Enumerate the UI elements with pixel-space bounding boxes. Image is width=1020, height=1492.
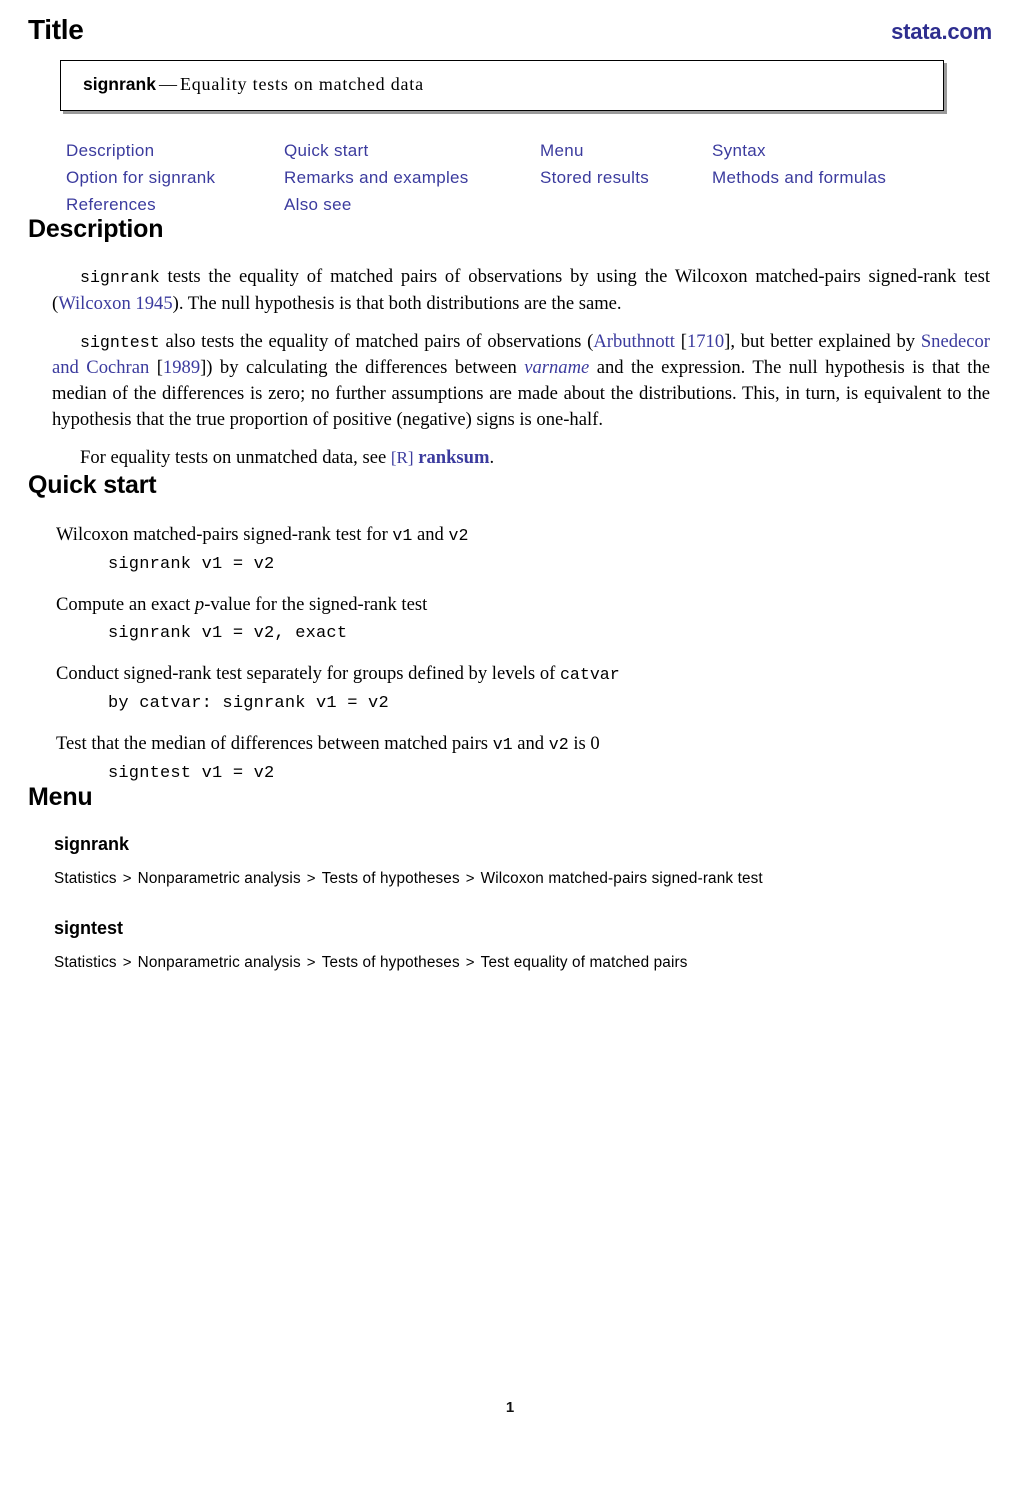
menu-group-signtest: signtest Statistics > Nonparametric analys…: [28, 918, 992, 972]
qs-1-mono-v2: v2: [448, 525, 469, 545]
entry-title-box: signrank — Equality tests on matched data: [60, 60, 944, 111]
desc-p3-text-1: For equality tests on unmatched data, se…: [80, 446, 391, 468]
nav-link-methods-and-formulas[interactable]: Methods and formulas: [712, 168, 992, 188]
entry-dash: —: [158, 74, 177, 94]
breadcrumb-item[interactable]: Statistics: [54, 870, 117, 887]
qs-2-italic-p: p: [194, 593, 205, 615]
qs-4-mid: and: [512, 732, 549, 754]
desc-p2-text-4: [: [149, 357, 163, 379]
qs-3-pre: Conduct signed-rank test separately for …: [56, 662, 560, 684]
page-header: Title stata.com: [28, 0, 992, 46]
breadcrumb-separator-icon: >: [465, 953, 475, 971]
qs-1-mid: and: [412, 523, 449, 545]
stata-com-link[interactable]: stata.com: [891, 19, 992, 45]
qs-1-pre: Wilcoxon matched-pairs signed-rank test …: [56, 523, 393, 545]
citation-link-wilcoxon-1945[interactable]: Wilcoxon 1945: [58, 293, 172, 314]
qs-4-mono-v2: v2: [548, 734, 569, 754]
inline-code-signrank: signrank: [80, 268, 160, 287]
desc-p3-text-2: .: [489, 446, 495, 468]
page-title: Title: [28, 14, 84, 45]
breadcrumb-item[interactable]: Statistics: [54, 954, 117, 971]
nav-link-references[interactable]: References: [66, 195, 284, 215]
qs-2-post: -value for the signed-rank test: [204, 593, 428, 615]
breadcrumb-separator-icon: >: [122, 953, 132, 971]
inline-code-signtest: signtest: [80, 332, 160, 352]
description-paragraph-1: signrank tests the equality of matched p…: [28, 264, 992, 317]
nav-link-stored-results[interactable]: Stored results: [540, 168, 712, 188]
breadcrumb-item[interactable]: Test equality of matched pairs: [481, 954, 688, 971]
citation-link-1989[interactable]: 1989: [163, 357, 200, 378]
description-paragraph-2: signtest also tests the equality of matc…: [28, 329, 992, 433]
quick-start-description: Conduct signed-rank test separately for …: [28, 661, 992, 687]
breadcrumb-item[interactable]: Wilcoxon matched-pairs signed-rank test: [481, 870, 763, 887]
page-number: 1: [505, 1399, 515, 1416]
breadcrumb-item[interactable]: Nonparametric analysis: [138, 870, 301, 887]
entry-description: Equality tests on matched data: [179, 74, 424, 94]
nav-link-description[interactable]: Description: [66, 141, 284, 161]
nav-link-syntax[interactable]: Syntax: [712, 141, 992, 161]
nav-link-quick-start[interactable]: Quick start: [284, 141, 540, 161]
heading-menu: Menu: [28, 782, 93, 811]
section-nav-links: Description Quick start Menu Syntax Opti…: [28, 141, 992, 215]
nav-link-remarks-and-examples[interactable]: Remarks and examples: [284, 168, 540, 188]
qs-2-pre: Compute an exact: [56, 593, 195, 615]
quick-start-item: Test that the median of differences betw…: [28, 731, 992, 783]
citation-link-1710[interactable]: 1710: [687, 331, 724, 352]
breadcrumb-separator-icon: >: [465, 869, 475, 887]
manual-reference-bracket[interactable]: [R]: [391, 448, 414, 467]
breadcrumb-item[interactable]: Tests of hypotheses: [322, 870, 460, 887]
quick-start-item: Conduct signed-rank test separately for …: [28, 661, 992, 713]
nav-link-menu[interactable]: Menu: [540, 141, 712, 161]
manual-reference-ranksum[interactable]: ranksum: [418, 447, 489, 468]
breadcrumb-separator-icon: >: [306, 869, 316, 887]
desc-p2-text-1: also tests the equality of matched pairs…: [159, 330, 594, 352]
title-box-wrapper: signrank — Equality tests on matched data: [28, 60, 992, 111]
menu-command-signrank: signrank: [54, 833, 130, 854]
nav-link-also-see[interactable]: Also see: [284, 195, 540, 215]
qs-4-post: is 0: [568, 732, 600, 754]
heading-quick-start: Quick start: [28, 470, 157, 499]
breadcrumb-item[interactable]: Tests of hypotheses: [322, 954, 460, 971]
document-page: Title stata.com signrank — Equality tests …: [0, 0, 1020, 1492]
breadcrumb-separator-icon: >: [306, 953, 316, 971]
quick-start-description: Wilcoxon matched-pairs signed-rank test …: [28, 522, 992, 548]
desc-p2-text-2: [: [674, 330, 687, 352]
quick-start-description: Compute an exact p-value for the signed-…: [28, 592, 992, 617]
quick-start-code: signrank v1 = v2, exact: [108, 623, 348, 643]
menu-breadcrumb-signrank: Statistics > Nonparametric analysis > Tests …: [54, 870, 992, 888]
qs-3-mono-catvar: catvar: [559, 664, 620, 684]
desc-p2-text-3: ], but better explained by: [724, 330, 921, 352]
citation-link-arbuthnott[interactable]: Arbuthnott: [593, 331, 675, 352]
breadcrumb-item[interactable]: Nonparametric analysis: [138, 954, 301, 971]
heading-description: Description: [28, 215, 164, 243]
inline-italic-varname: varname: [524, 357, 590, 379]
desc-p2-text-5: ]) by calculating the differences betwee…: [200, 357, 525, 379]
breadcrumb-separator-icon: >: [122, 869, 132, 887]
quick-start-item: Wilcoxon matched-pairs signed-rank test …: [28, 522, 992, 574]
quick-start-code: signtest v1 = v2: [108, 763, 275, 783]
qs-1-mono-v1: v1: [392, 525, 413, 545]
menu-command-signtest: signtest: [54, 917, 124, 938]
menu-group-signrank: signrank Statistics > Nonparametric analys…: [28, 834, 992, 888]
quick-start-description: Test that the median of differences betw…: [28, 731, 992, 757]
quick-start-code: signrank v1 = v2: [108, 554, 275, 574]
entry-command-name: signrank: [83, 74, 156, 94]
qs-4-pre: Test that the median of differences betw…: [56, 732, 493, 754]
menu-breadcrumb-signtest: Statistics > Nonparametric analysis > Tests …: [54, 954, 992, 972]
qs-4-mono-v1: v1: [492, 734, 513, 754]
description-paragraph-3: For equality tests on unmatched data, se…: [28, 445, 992, 471]
nav-link-option-for-signrank[interactable]: Option for signrank: [66, 168, 284, 188]
quick-start-item: Compute an exact p-value for the signed-…: [28, 592, 992, 643]
quick-start-code: by catvar: signrank v1 = v2: [108, 693, 389, 713]
desc-p1-text-2: ). The null hypothesis is that both dist…: [172, 292, 622, 314]
